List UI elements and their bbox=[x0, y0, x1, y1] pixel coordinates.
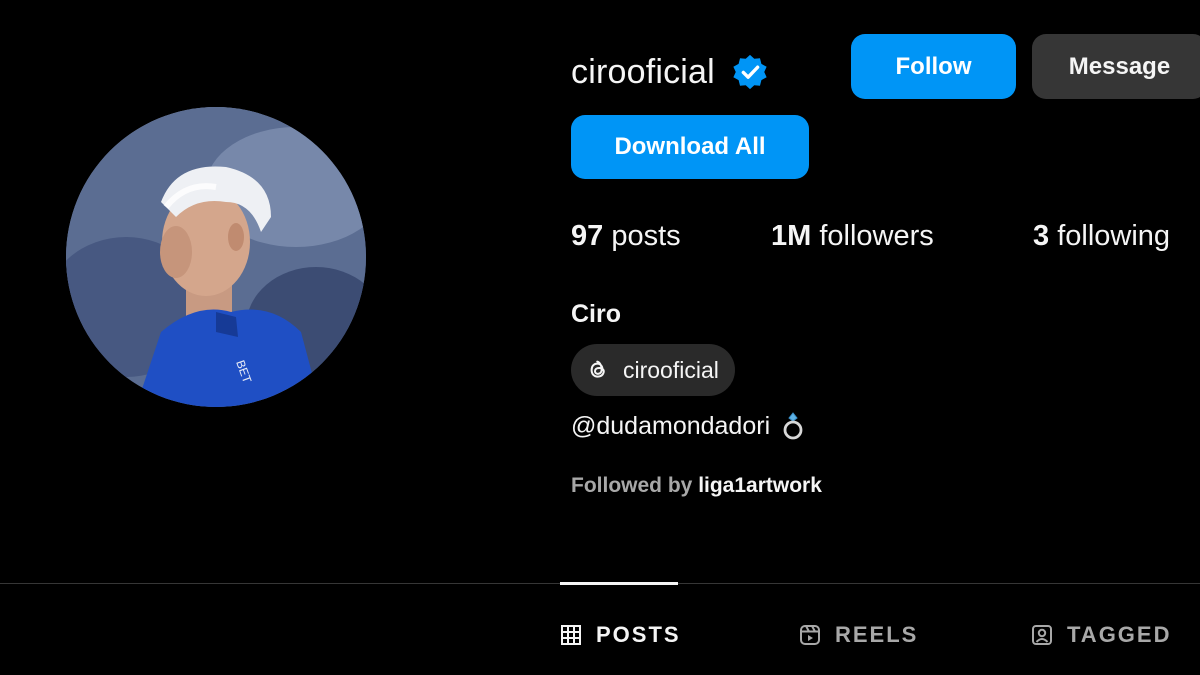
followers-label: followers bbox=[819, 220, 934, 252]
bio-mention-link[interactable]: @dudamondadori bbox=[571, 412, 770, 441]
ring-icon bbox=[780, 411, 806, 441]
followers-stat[interactable]: 1M followers bbox=[771, 220, 934, 253]
followed-by-prefix: Followed by bbox=[571, 474, 693, 497]
username-row: cirooficial bbox=[571, 42, 769, 102]
following-label: following bbox=[1057, 220, 1171, 252]
followed-by-user: liga1artwork bbox=[698, 474, 822, 497]
followers-count: 1M bbox=[771, 220, 812, 252]
follow-button[interactable]: Follow bbox=[851, 34, 1016, 99]
posts-stat: 97 posts bbox=[571, 220, 681, 253]
download-all-button[interactable]: Download All bbox=[571, 115, 809, 179]
avatar-photo: BET bbox=[66, 107, 366, 407]
following-count: 3 bbox=[1033, 220, 1050, 252]
tab-tagged-label: TAGGED bbox=[1067, 622, 1172, 647]
tab-tagged[interactable]: TAGGED bbox=[1031, 622, 1171, 648]
threads-link[interactable]: cirooficial bbox=[571, 344, 735, 396]
threads-handle: cirooficial bbox=[623, 356, 719, 383]
tab-posts-label: POSTS bbox=[596, 622, 681, 647]
username: cirooficial bbox=[571, 52, 715, 91]
verified-badge-icon bbox=[731, 53, 769, 91]
tab-posts[interactable]: POSTS bbox=[560, 622, 681, 648]
reels-icon bbox=[800, 625, 820, 645]
followed-by-text[interactable]: Followed by liga1artwork bbox=[571, 474, 822, 498]
posts-count: 97 bbox=[571, 220, 604, 252]
message-button[interactable]: Message bbox=[1032, 34, 1200, 99]
posts-label: posts bbox=[611, 220, 681, 252]
profile-bio: @dudamondadori bbox=[571, 411, 806, 441]
tab-reels[interactable]: REELS bbox=[799, 622, 918, 648]
profile-avatar[interactable]: BET bbox=[66, 107, 366, 407]
tab-reels-label: REELS bbox=[835, 622, 919, 647]
grid-icon bbox=[561, 625, 581, 645]
active-tab-indicator bbox=[560, 582, 678, 585]
threads-icon bbox=[585, 357, 611, 383]
following-stat[interactable]: 3 following bbox=[1033, 220, 1170, 253]
profile-full-name: Ciro bbox=[571, 300, 621, 328]
tagged-icon bbox=[1032, 625, 1052, 645]
